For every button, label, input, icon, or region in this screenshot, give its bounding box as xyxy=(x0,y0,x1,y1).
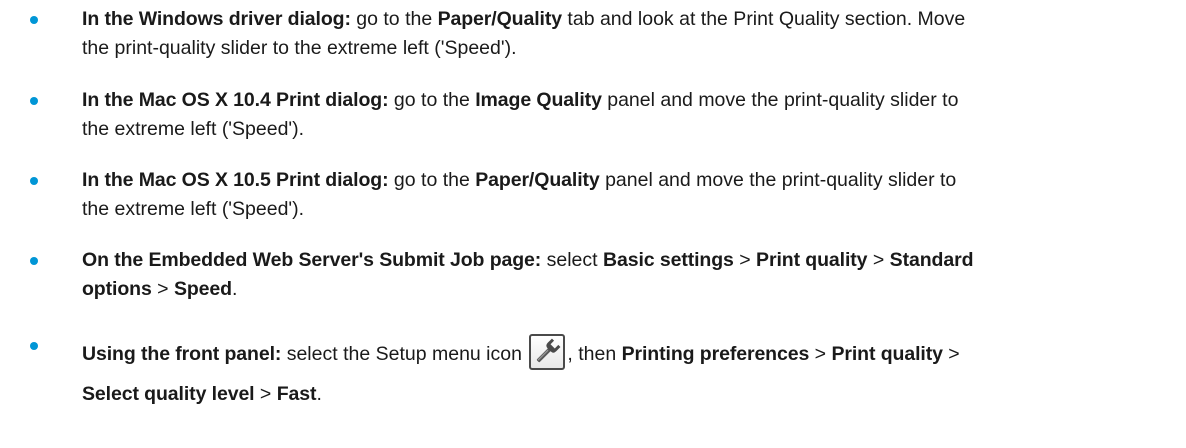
item-text: tab and look at the Print Quality sectio… xyxy=(562,8,966,30)
item-bold: Speed xyxy=(173,278,232,300)
item-bold: Paper/Quality xyxy=(475,169,600,191)
item-text: the print-quality slider to the extreme … xyxy=(82,37,517,59)
bullet xyxy=(30,342,38,350)
item-text: the extreme left ('Speed'). xyxy=(82,118,305,140)
list-item-text: In the Mac OS X 10.5 Print dialog: go to… xyxy=(82,166,1172,224)
item-separator: > xyxy=(942,343,960,365)
bullet xyxy=(30,97,38,105)
item-text: go to the xyxy=(388,89,476,111)
item-lead: In the Mac OS X 10.4 Print dialog: xyxy=(82,89,389,111)
item-bold: Printing preferences xyxy=(621,343,810,365)
bullet xyxy=(30,257,38,265)
list-item-text: Using the front panel: select the Setup … xyxy=(82,333,1172,414)
list-item-text: On the Embedded Web Server's Submit Job … xyxy=(82,246,1172,304)
item-bold: Paper/Quality xyxy=(437,8,563,30)
item-text: go to the xyxy=(388,169,476,191)
item-text: panel and move the print-quality slider … xyxy=(599,169,957,191)
item-text: . xyxy=(231,278,238,300)
item-text: select xyxy=(541,249,603,271)
item-lead: In the Windows driver dialog: xyxy=(82,8,351,30)
item-text: select the Setup menu icon xyxy=(281,343,528,365)
item-lead: In the Mac OS X 10.5 Print dialog: xyxy=(82,169,389,191)
item-separator: > xyxy=(809,343,832,365)
item-bold: options xyxy=(82,278,152,300)
bullet xyxy=(30,16,38,24)
item-text: go to the xyxy=(350,8,438,30)
wrench-icon xyxy=(529,333,566,370)
bullet xyxy=(30,177,38,185)
item-bold: Basic settings xyxy=(602,249,734,271)
item-bold: Standard xyxy=(889,249,974,271)
item-bold: Image Quality xyxy=(475,89,602,111)
item-bold: Select quality level xyxy=(82,383,255,405)
item-separator: > xyxy=(867,249,890,271)
item-text: . xyxy=(316,383,322,405)
item-text: the extreme left ('Speed'). xyxy=(82,198,305,220)
item-bold: Print quality xyxy=(756,249,868,271)
list-item-text: In the Windows driver dialog: go to the … xyxy=(82,5,1172,63)
item-bold: Print quality xyxy=(831,343,943,365)
item-text: , then xyxy=(567,343,622,365)
item-lead: On the Embedded Web Server's Submit Job … xyxy=(82,249,542,271)
list-item-text: In the Mac OS X 10.4 Print dialog: go to… xyxy=(82,86,1172,144)
item-lead: Using the front panel: xyxy=(82,343,282,365)
item-separator: > xyxy=(151,278,174,300)
item-separator: > xyxy=(254,383,277,405)
item-bold: Fast xyxy=(276,383,317,405)
item-separator: > xyxy=(733,249,757,271)
item-text: panel and move the print-quality slider … xyxy=(601,89,959,111)
